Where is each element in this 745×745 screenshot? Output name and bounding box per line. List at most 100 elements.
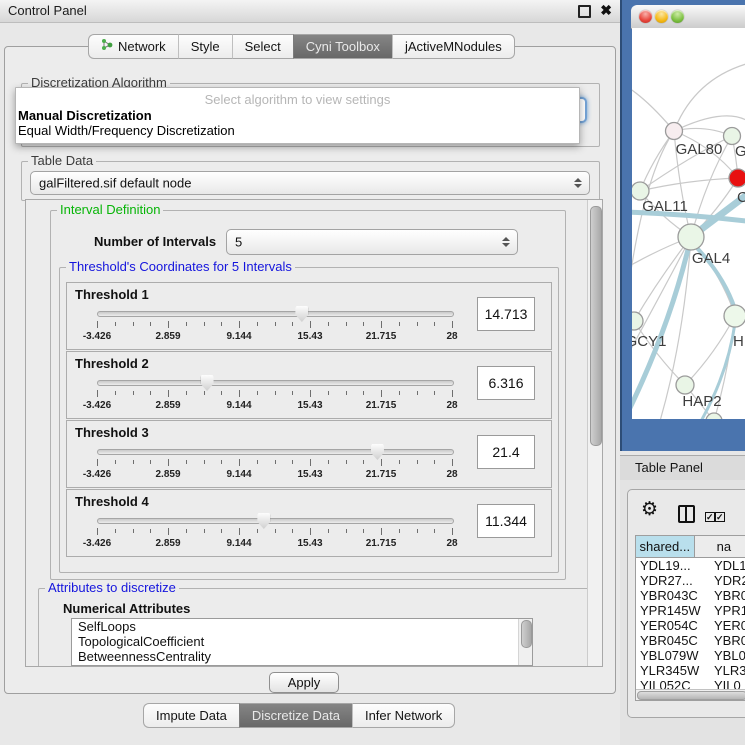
tab-jactivemnodules[interactable]: jActiveMNodules xyxy=(392,34,515,59)
algorithm-dropdown-popup: Select algorithm to view settings Manual… xyxy=(15,87,580,144)
network-node-gal4[interactable] xyxy=(678,224,704,250)
slider-thumb[interactable] xyxy=(257,513,270,529)
table-rows: YDL19...YDL1YDR27...YDR2YBR043CYBR0YPR14… xyxy=(636,558,745,689)
close-icon[interactable]: ✖ xyxy=(600,2,612,19)
number-of-intervals-combo[interactable]: 5 xyxy=(226,229,518,255)
slider-track[interactable] xyxy=(97,518,454,524)
float-window-icon[interactable] xyxy=(578,5,591,18)
slider-track[interactable] xyxy=(97,380,454,386)
tab-discretize-data[interactable]: Discretize Data xyxy=(239,703,352,728)
network-node-hap2[interactable] xyxy=(676,376,694,394)
table-row[interactable]: YDR27...YDR2 xyxy=(636,573,745,588)
threshold-slider-2[interactable]: -3.4262.8599.14415.4321.71528 xyxy=(97,374,453,416)
network-canvas[interactable]: GAL80GACGAL11GAL4GCY1HHAP2 xyxy=(632,28,745,419)
cell-name: YPR1 xyxy=(707,603,745,618)
threshold-value-field[interactable] xyxy=(477,435,535,469)
table-row[interactable]: YPR145WYPR1 xyxy=(636,603,745,618)
network-node-gal80[interactable] xyxy=(666,123,683,140)
table-row[interactable]: YBR045CYBR0 xyxy=(636,633,745,648)
slider-tick xyxy=(168,321,169,328)
threshold-panel-1: Threshold 1 -3.4262.8599.14415.4321.71528 xyxy=(66,282,552,350)
table-data-combo[interactable]: galFiltered.sif default node xyxy=(30,171,590,195)
network-window-titlebar[interactable] xyxy=(631,5,745,29)
table-row[interactable]: YBL079WYBL0 xyxy=(636,648,745,663)
algorithm-option-equal-width-frequency-discretization[interactable]: Equal Width/Frequency Discretization xyxy=(16,123,579,138)
network-graph[interactable]: GAL80GACGAL11GAL4GCY1HHAP2 xyxy=(632,28,745,419)
tab-cyni-toolbox[interactable]: Cyni Toolbox xyxy=(293,34,392,59)
slider-tick xyxy=(97,528,98,535)
threshold-value-field[interactable] xyxy=(477,504,535,538)
slider-tick-label: 28 xyxy=(446,331,457,342)
tab-network[interactable]: Network xyxy=(88,34,178,59)
numerical-attributes-list[interactable]: SelfLoopsTopologicalCoefficientBetweenne… xyxy=(71,618,533,666)
apply-button[interactable]: Apply xyxy=(269,672,339,693)
panel-scrollbar[interactable] xyxy=(587,200,602,666)
table-row[interactable]: YIL052CYIL0 xyxy=(636,678,745,689)
settings-scroll-viewport: Interval Definition Number of Intervals … xyxy=(25,199,603,667)
list-scrollbar-thumb[interactable] xyxy=(521,620,532,648)
slider-thumb[interactable] xyxy=(371,444,384,460)
slider-thumb[interactable] xyxy=(295,306,308,322)
threshold-value-field[interactable] xyxy=(477,366,535,400)
threshold-slider-3[interactable]: -3.4262.8599.14415.4321.71528 xyxy=(97,443,453,485)
slider-tick-label: -3.426 xyxy=(83,538,111,549)
tab-impute-data[interactable]: Impute Data xyxy=(143,703,239,728)
table-row[interactable]: YDL19...YDL1 xyxy=(636,558,745,573)
network-node-gcy1[interactable] xyxy=(632,312,643,330)
tab-style[interactable]: Style xyxy=(178,34,232,59)
network-node-h[interactable] xyxy=(724,305,745,327)
tab-infer-network[interactable]: Infer Network xyxy=(352,703,455,728)
threshold-slider-4[interactable]: -3.4262.8599.14415.4321.71528 xyxy=(97,512,453,554)
checkbox-icon[interactable]: ✓ xyxy=(715,512,725,522)
algorithm-option-manual-discretization[interactable]: Manual Discretization xyxy=(16,108,579,123)
cell-name: YER0 xyxy=(707,618,745,633)
threshold-slider-1[interactable]: -3.4262.8599.14415.4321.71528 xyxy=(97,305,453,347)
tab-select[interactable]: Select xyxy=(232,34,293,59)
network-edge xyxy=(634,321,685,385)
slider-tick xyxy=(292,460,293,464)
table-row[interactable]: YER054CYER0 xyxy=(636,618,745,633)
network-node-label-h: H xyxy=(733,333,744,350)
control-panel-titlebar[interactable]: Control Panel ✖ xyxy=(0,0,620,23)
close-traffic-light-icon[interactable] xyxy=(639,10,652,23)
table-row[interactable]: YBR043CYBR0 xyxy=(636,588,745,603)
numerical-attributes-label: Numerical Attributes xyxy=(63,601,190,616)
network-view-window[interactable]: GAL80GACGAL11GAL4GCY1HHAP2 xyxy=(620,0,745,451)
slider-tick-label: 9.144 xyxy=(226,331,251,342)
algorithm-options: Manual DiscretizationEqual Width/Frequen… xyxy=(16,108,579,138)
network-node-ga[interactable] xyxy=(724,128,741,145)
column-header-name[interactable]: na xyxy=(695,536,745,557)
slider-thumb[interactable] xyxy=(201,375,214,391)
slider-tick xyxy=(346,391,347,395)
attribute-item-topologicalcoefficient[interactable]: TopologicalCoefficient xyxy=(72,634,532,649)
threshold-label: Threshold 1 xyxy=(75,287,149,302)
gear-icon[interactable]: ⚙ xyxy=(641,498,658,520)
attribute-item-betweennesscentrality[interactable]: BetweennessCentrality xyxy=(72,649,532,664)
minimize-traffic-light-icon[interactable] xyxy=(655,10,668,23)
column-header-shared-name[interactable]: shared... xyxy=(636,536,695,557)
slider-tick xyxy=(275,529,276,533)
control-panel-window: Control Panel ✖ Discretization Algorithm… xyxy=(0,0,620,745)
zoom-traffic-light-icon[interactable] xyxy=(671,10,684,23)
attribute-item-selfloops[interactable]: SelfLoops xyxy=(72,619,532,634)
threshold-value-field[interactable] xyxy=(477,297,535,331)
slider-tick xyxy=(363,322,364,326)
split-columns-icon[interactable] xyxy=(678,505,695,523)
slider-track[interactable] xyxy=(97,311,454,317)
network-node-label-gal11: GAL11 xyxy=(642,198,688,215)
table-horizontal-scrollbar-thumb[interactable] xyxy=(637,691,745,700)
network-node-c[interactable] xyxy=(729,169,745,187)
slider-tick xyxy=(97,459,98,466)
slider-tick-label: 15.43 xyxy=(297,538,322,549)
checkbox-icon[interactable]: ✓ xyxy=(705,512,715,522)
list-scrollbar[interactable] xyxy=(518,619,532,665)
threshold-label: Threshold 2 xyxy=(75,356,149,371)
slider-track[interactable] xyxy=(97,449,454,455)
table-horizontal-scrollbar[interactable] xyxy=(636,689,745,700)
slider-tick xyxy=(399,391,400,395)
network-node-label-gcy1: GCY1 xyxy=(632,333,666,350)
slider-tick-label: 2.859 xyxy=(155,469,180,480)
slider-tick xyxy=(239,390,240,397)
table-row[interactable]: YLR345WYLR3 xyxy=(636,663,745,678)
panel-scrollbar-thumb[interactable] xyxy=(590,206,602,446)
